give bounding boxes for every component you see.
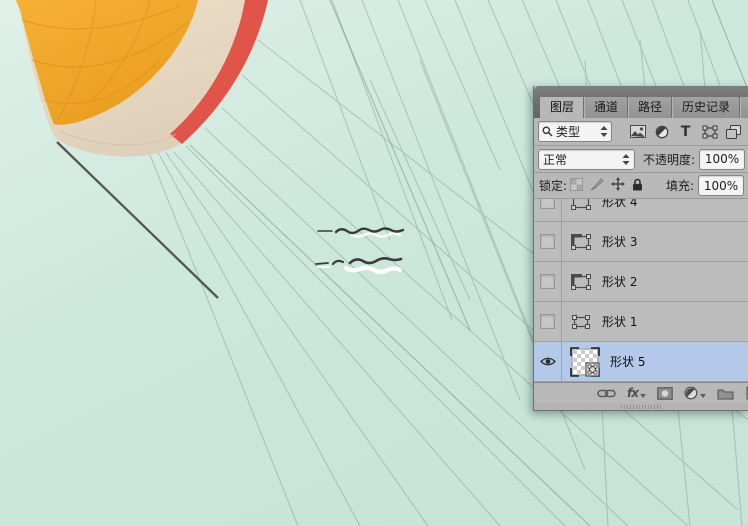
opacity-input[interactable]: 100%	[699, 149, 745, 170]
hidden-eye-box	[540, 199, 555, 209]
lock-position-icon[interactable]	[611, 177, 625, 194]
visibility-toggle[interactable]	[534, 222, 562, 261]
layer-filter-row: 类型 T	[534, 118, 748, 146]
layers-panel-footer: fx	[534, 382, 748, 403]
layer-style-fx-icon[interactable]: fx	[627, 386, 646, 400]
layer-name: 形状 2	[602, 273, 637, 290]
dropdown-caret-icon	[700, 394, 706, 398]
fill-input[interactable]: 100%	[698, 175, 744, 196]
layer-row-shape-3[interactable]: 形状 3	[534, 222, 748, 262]
layer-name: 形状 4	[602, 199, 637, 210]
photoshop-workspace: 图层 通道 路径 历史记录 动作 类型	[0, 0, 748, 526]
opacity-label: 不透明度:	[643, 151, 695, 168]
filter-kind-value: 类型	[556, 123, 580, 140]
fill-label: 填充:	[666, 177, 694, 194]
pixel-layer-filter-icon[interactable]	[626, 122, 649, 142]
blend-mode-select[interactable]: 正常	[538, 149, 635, 170]
tab-channels[interactable]: 通道	[584, 97, 628, 118]
layer-row-shape-4[interactable]: 形状 4	[534, 199, 748, 222]
shape-layer-filter-icon[interactable]	[698, 122, 721, 142]
shape-layer-icon	[569, 199, 593, 212]
tab-history[interactable]: 历史记录	[672, 97, 740, 118]
shape-layer-icon	[569, 312, 593, 332]
blend-mode-row: 正常 不透明度: 100%	[534, 146, 748, 173]
type-layer-filter-icon[interactable]: T	[674, 122, 697, 142]
search-icon	[542, 126, 553, 137]
adjustment-layer-filter-icon[interactable]	[650, 122, 673, 142]
add-layer-mask-icon[interactable]	[657, 387, 673, 400]
lock-label: 锁定:	[539, 177, 567, 194]
visibility-toggle[interactable]	[534, 199, 562, 221]
updown-arrows-icon	[600, 126, 608, 137]
hidden-eye-box	[540, 314, 555, 329]
link-layers-icon[interactable]	[597, 388, 616, 399]
layers-list: 形状 4 形状 3	[534, 199, 748, 382]
panel-resize-grip[interactable]	[534, 403, 748, 411]
hidden-eye-box	[540, 234, 555, 249]
new-adjustment-layer-icon[interactable]	[684, 386, 706, 400]
visibility-toggle[interactable]	[534, 262, 562, 301]
visibility-toggle[interactable]	[534, 342, 562, 381]
tab-actions[interactable]: 动作	[740, 97, 748, 118]
layer-name: 形状 3	[602, 233, 637, 250]
blend-mode-value: 正常	[543, 151, 567, 168]
layer-name: 形状 1	[602, 313, 637, 330]
layer-row-shape-5-selected[interactable]: 形状 5	[534, 342, 748, 382]
hidden-eye-box	[540, 274, 555, 289]
opacity-value: 100%	[705, 152, 739, 166]
lock-transparency-icon[interactable]	[570, 178, 583, 194]
layer-name: 形状 5	[610, 353, 645, 370]
dropdown-caret-icon	[640, 394, 646, 398]
lock-pixels-icon[interactable]	[590, 178, 604, 194]
layer-thumbnail[interactable]	[569, 346, 601, 378]
panel-tab-bar: 图层 通道 路径 历史记录 动作	[534, 86, 748, 118]
fill-value: 100%	[704, 179, 738, 193]
lock-row: 锁定:	[534, 173, 748, 199]
layers-panel: 图层 通道 路径 历史记录 动作 类型	[533, 86, 748, 411]
eye-icon	[540, 356, 556, 367]
new-group-folder-icon[interactable]	[717, 387, 734, 400]
filter-kind-select[interactable]: 类型	[538, 121, 612, 142]
smart-object-filter-icon[interactable]	[722, 122, 745, 142]
layer-row-shape-2[interactable]: 形状 2	[534, 262, 748, 302]
shape-layer-icon	[569, 232, 593, 252]
updown-arrows-icon	[622, 154, 630, 165]
grip-dots-icon	[621, 405, 663, 409]
tab-layers[interactable]: 图层	[540, 97, 584, 118]
lock-all-icon[interactable]	[632, 178, 643, 194]
layer-row-shape-1[interactable]: 形状 1	[534, 302, 748, 342]
tab-paths[interactable]: 路径	[628, 97, 672, 118]
vector-shape-badge	[586, 363, 599, 376]
visibility-toggle[interactable]	[534, 302, 562, 341]
shape-layer-icon	[569, 272, 593, 292]
